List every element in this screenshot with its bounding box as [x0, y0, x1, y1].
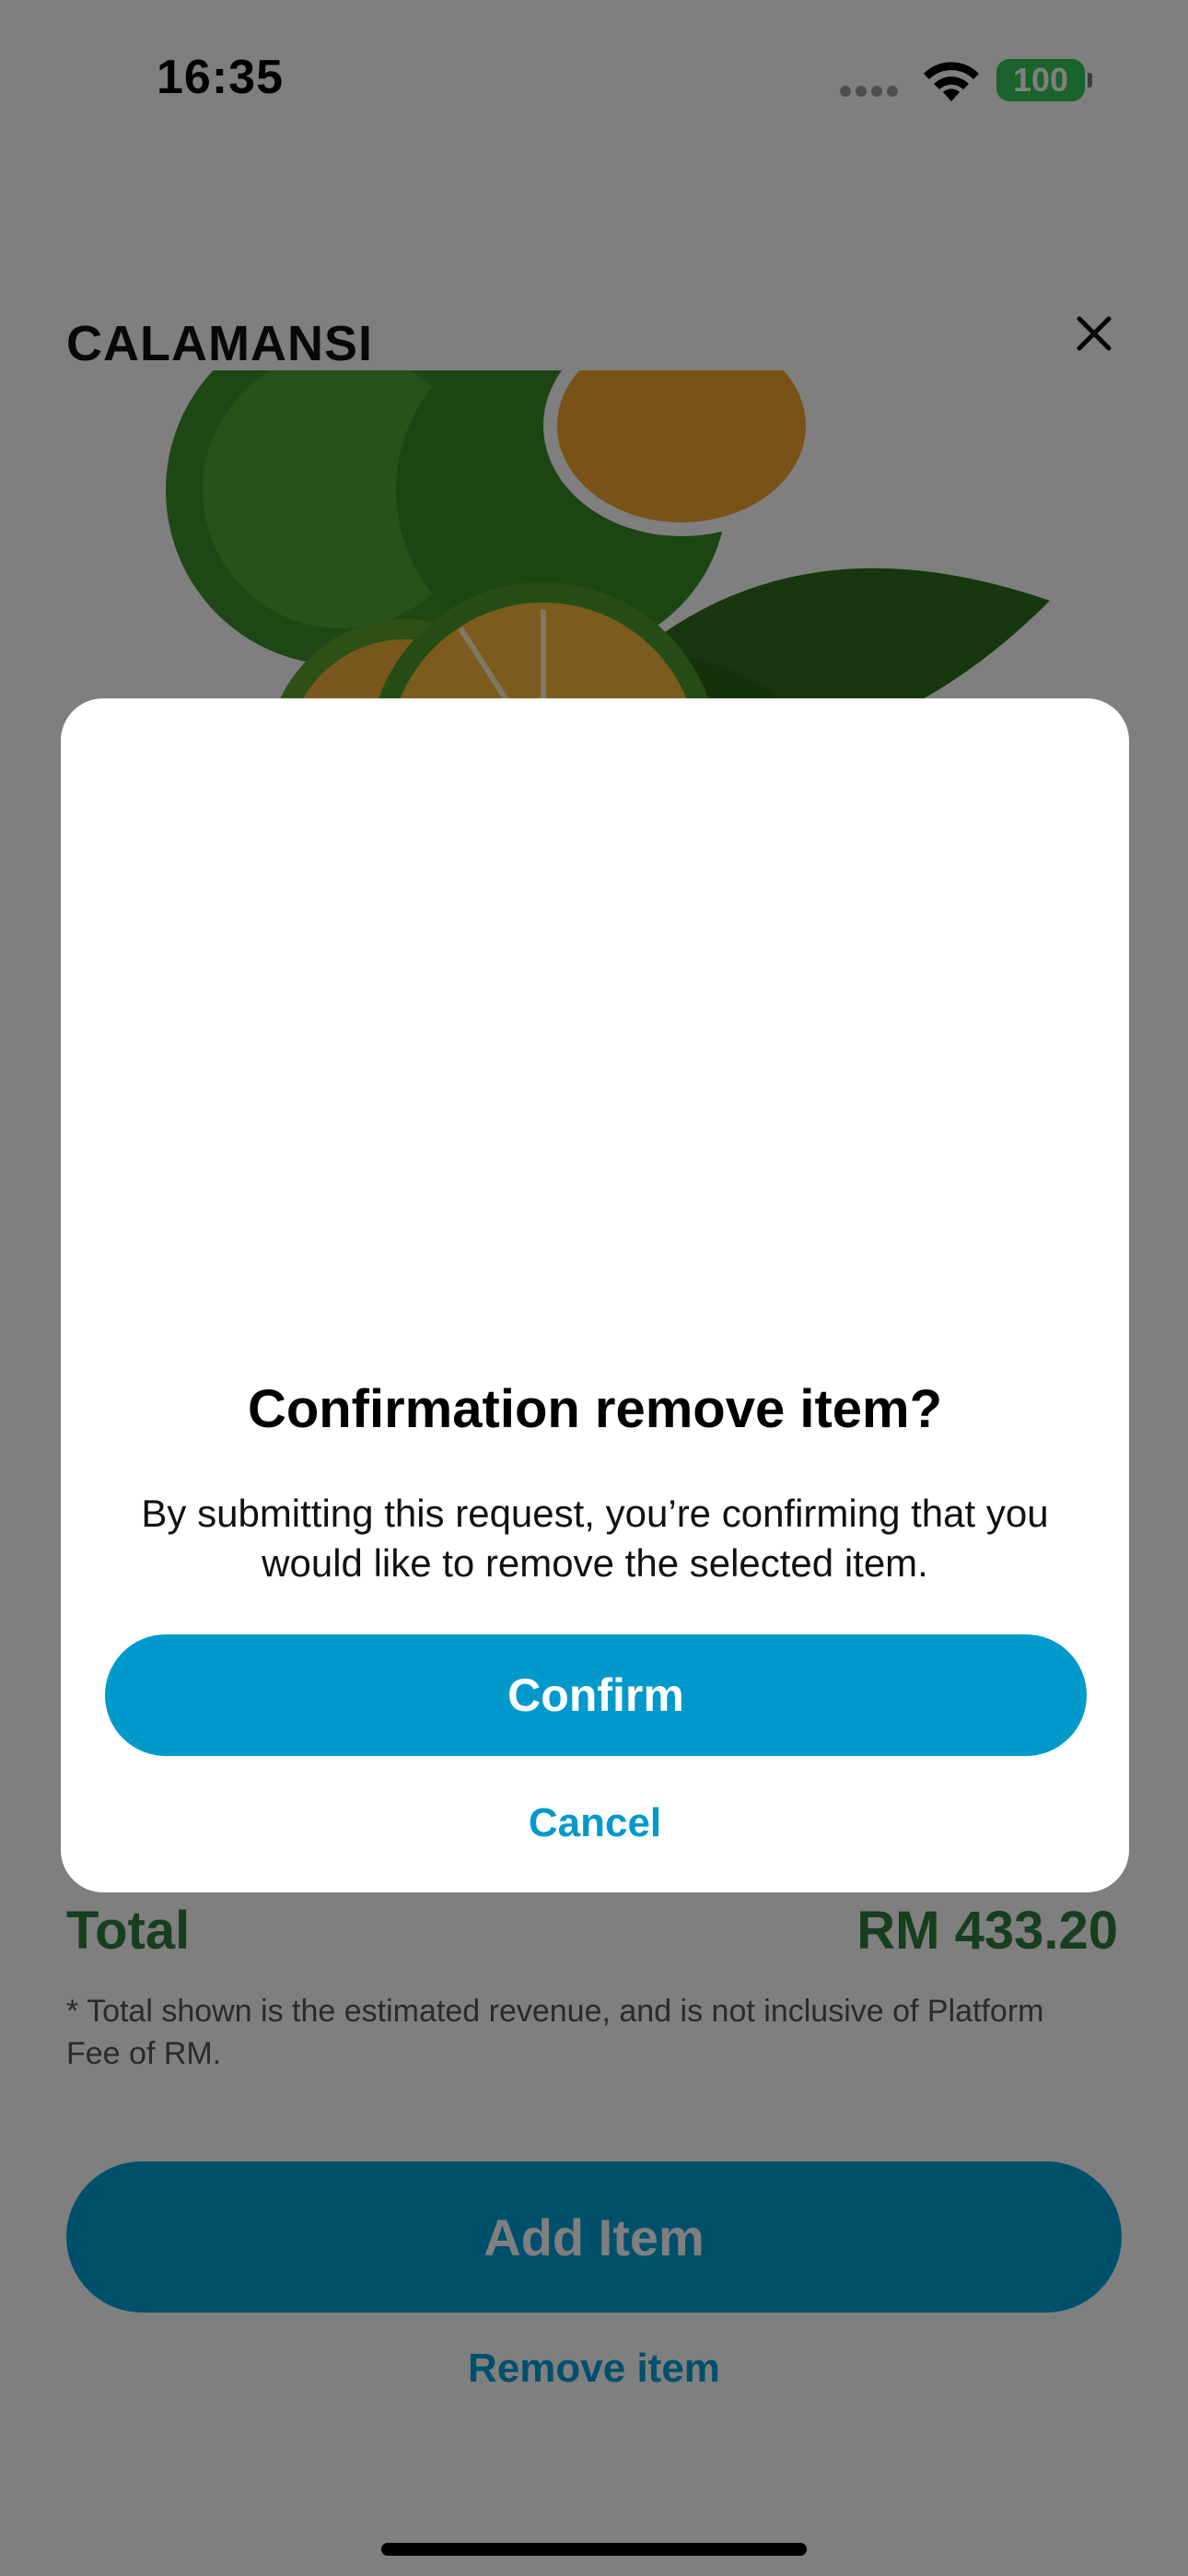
- confirm-button[interactable]: Confirm: [105, 1634, 1087, 1756]
- dialog-message: By submitting this request, you’re confi…: [141, 1492, 1049, 1585]
- cancel-button[interactable]: Cancel: [61, 1800, 1129, 1846]
- confirm-remove-dialog: Confirmation remove item? By submitting …: [61, 698, 1129, 1892]
- dialog-title: Confirmation remove item?: [247, 1379, 943, 1439]
